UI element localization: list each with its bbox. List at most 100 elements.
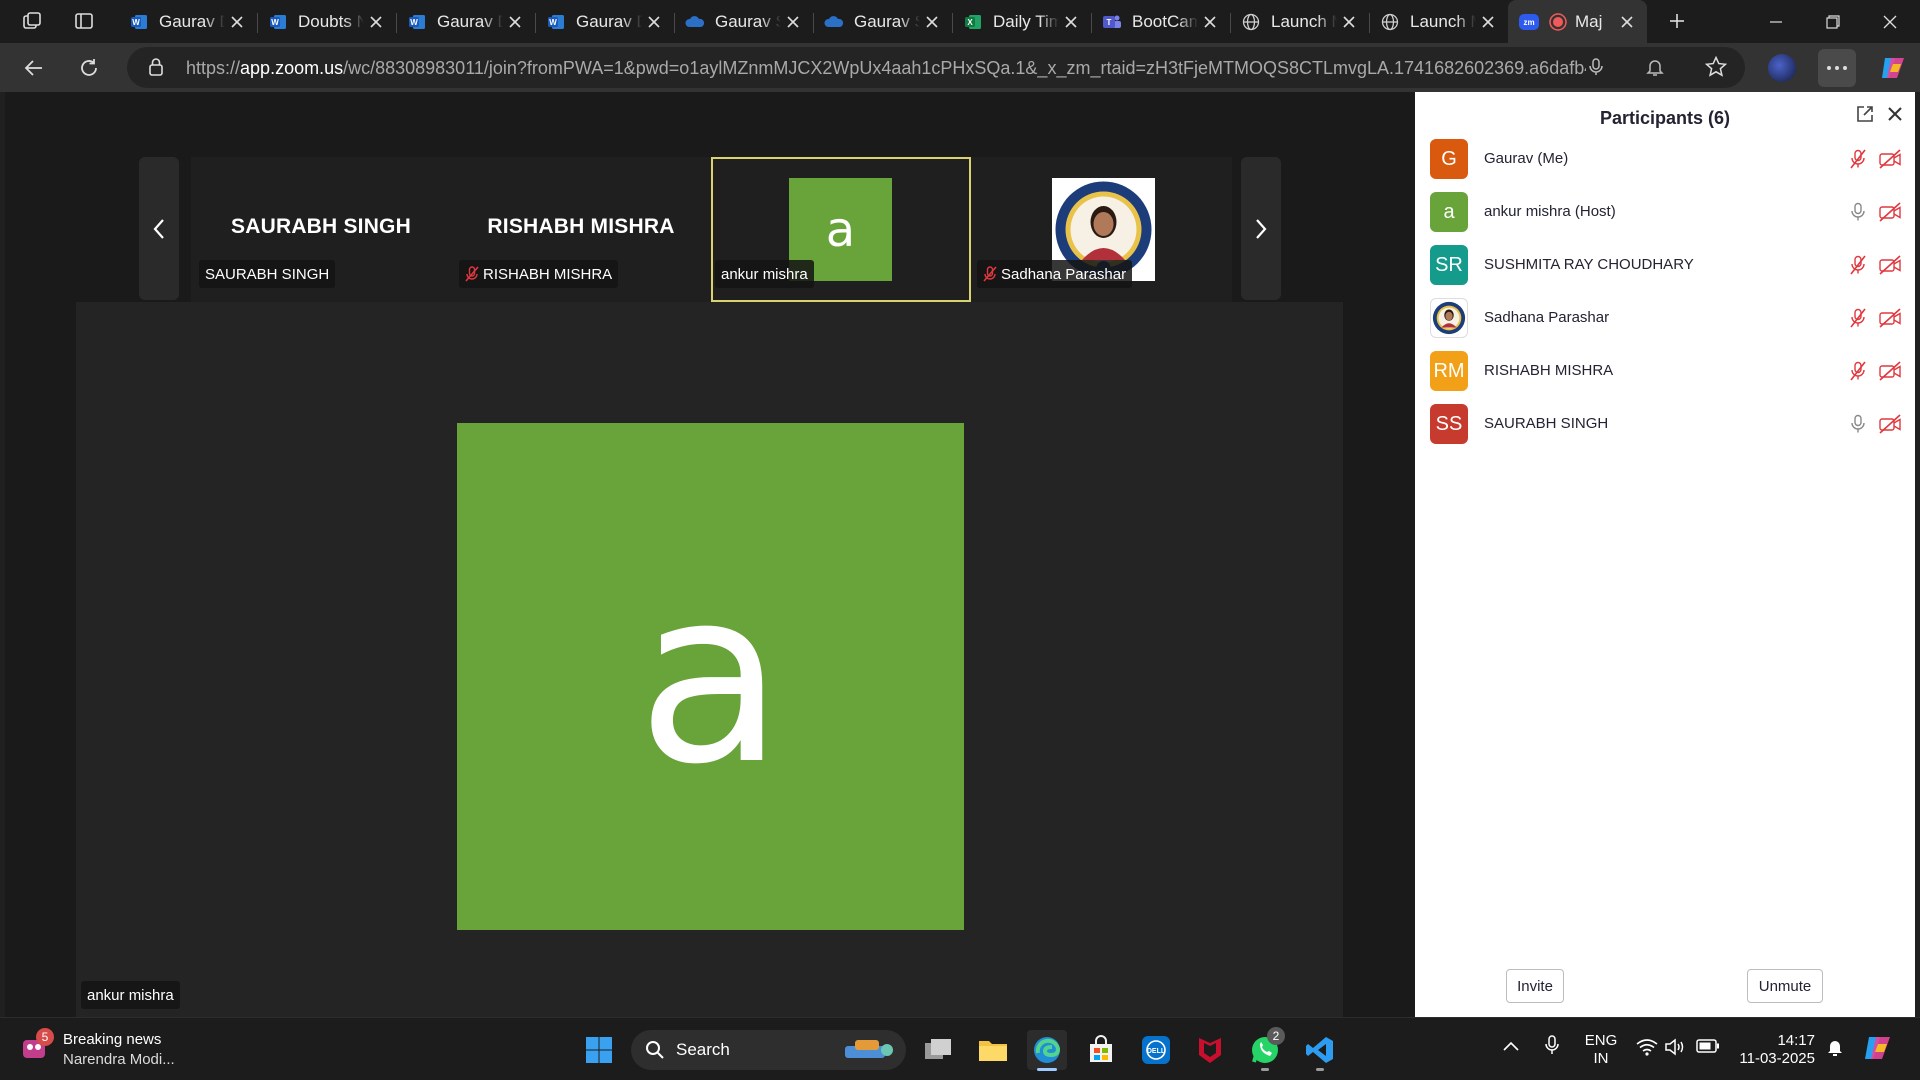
browser-tab-strip: W Gaurav D W Doubts N W Gaurav D W Gaurav D Gaur…: [0, 0, 1920, 43]
video-off-icon[interactable]: [1878, 360, 1902, 382]
new-tab-button[interactable]: [1662, 7, 1692, 35]
participant-display-name: RISHABH MISHRA: [487, 215, 675, 238]
browser-tab[interactable]: Gaurav S: [674, 4, 813, 39]
favorite-star-icon[interactable]: [1704, 55, 1728, 84]
start-button[interactable]: [579, 1030, 619, 1070]
participants-panel: Participants (6) G Gaurav (Me) a ankur mish…: [1415, 92, 1915, 1017]
microphone-icon[interactable]: [1587, 57, 1605, 82]
participant-row[interactable]: a ankur mishra (Host): [1415, 189, 1915, 241]
tab-actions-icon[interactable]: [69, 7, 99, 35]
copilot-icon[interactable]: [1874, 49, 1912, 87]
notification-bell-icon[interactable]: [1646, 57, 1664, 82]
wifi-icon[interactable]: [1636, 1038, 1658, 1061]
video-off-icon[interactable]: [1878, 413, 1902, 435]
news-widget-icon[interactable]: 5: [20, 1028, 54, 1066]
tab-separator: [257, 13, 258, 33]
unmute-button[interactable]: Unmute: [1747, 969, 1823, 1003]
close-panel-icon[interactable]: [1885, 104, 1905, 129]
participant-name: Gaurav (Me): [1484, 150, 1569, 167]
close-tab-icon[interactable]: [503, 10, 527, 34]
gallery-prev-button[interactable]: [139, 157, 179, 300]
video-off-icon[interactable]: [1878, 307, 1902, 329]
language-indicator[interactable]: ENG IN: [1580, 1032, 1622, 1068]
copilot-taskbar-icon[interactable]: [1862, 1032, 1894, 1069]
invite-button[interactable]: Invite: [1506, 969, 1564, 1003]
news-subtitle[interactable]: Narendra Modi...: [63, 1051, 175, 1068]
gallery-next-button[interactable]: [1241, 157, 1281, 300]
close-tab-icon[interactable]: [225, 10, 249, 34]
close-tab-icon[interactable]: [1198, 10, 1222, 34]
close-tab-icon[interactable]: [1615, 10, 1639, 34]
participant-name: Sadhana Parashar: [1484, 309, 1610, 326]
microphone-tray-icon[interactable]: [1544, 1034, 1560, 1061]
close-window-button[interactable]: [1862, 0, 1918, 43]
video-tile-active-speaker[interactable]: a ankur mishra: [711, 157, 971, 302]
pop-out-icon[interactable]: [1855, 104, 1875, 129]
browser-tab[interactable]: T BootCam: [1091, 4, 1230, 39]
browser-tab[interactable]: X Daily Tim: [952, 4, 1091, 39]
url-text[interactable]: https://app.zoom.us/wc/88308983011/join?…: [186, 58, 1586, 79]
tab-title: Gaurav S: [854, 11, 920, 31]
profile-avatar[interactable]: [1763, 49, 1801, 87]
dell-icon[interactable]: DELL: [1136, 1030, 1176, 1070]
back-button[interactable]: [15, 49, 53, 87]
close-tab-icon[interactable]: [1337, 10, 1361, 34]
mic-muted-icon[interactable]: [1847, 254, 1869, 276]
video-off-icon[interactable]: [1878, 254, 1902, 276]
active-app-indicator: [1037, 1068, 1057, 1071]
close-tab-icon[interactable]: [1059, 10, 1083, 34]
mic-muted-icon[interactable]: [1847, 148, 1869, 170]
browser-tab[interactable]: Launch M: [1369, 4, 1508, 39]
video-off-icon[interactable]: [1878, 201, 1902, 223]
video-off-icon[interactable]: [1878, 148, 1902, 170]
volume-icon[interactable]: [1664, 1038, 1686, 1061]
battery-icon[interactable]: [1696, 1039, 1720, 1058]
restore-button[interactable]: [1805, 0, 1861, 43]
browser-tab[interactable]: zm Maj: [1508, 0, 1647, 43]
main-video-stage: a: [76, 302, 1343, 1017]
workspaces-icon[interactable]: [17, 7, 47, 35]
whatsapp-icon[interactable]: 2: [1245, 1027, 1285, 1071]
word-icon: W: [407, 13, 427, 31]
taskbar-search[interactable]: Search: [631, 1030, 906, 1070]
participant-row[interactable]: G Gaurav (Me): [1415, 136, 1915, 188]
refresh-button[interactable]: [70, 49, 108, 87]
more-menu-button[interactable]: [1818, 49, 1856, 87]
show-hidden-icons-chevron-up-icon[interactable]: [1502, 1039, 1520, 1057]
browser-tab[interactable]: W Gaurav D: [396, 4, 535, 39]
notifications-bell-icon[interactable]: [1826, 1037, 1844, 1062]
browser-tab[interactable]: W Doubts N: [257, 4, 396, 39]
tab-separator: [535, 13, 536, 33]
close-tab-icon[interactable]: [781, 10, 805, 34]
vscode-icon[interactable]: [1300, 1030, 1340, 1071]
clock[interactable]: 14:17 11-03-2025: [1735, 1032, 1815, 1068]
close-tab-icon[interactable]: [920, 10, 944, 34]
minimize-button[interactable]: [1748, 0, 1804, 43]
participant-row[interactable]: Sadhana Parashar: [1415, 295, 1915, 347]
file-explorer-icon[interactable]: [973, 1030, 1013, 1070]
browser-tab[interactable]: Gaurav S: [813, 4, 952, 39]
tab-title: Daily Tim: [993, 11, 1059, 31]
participant-row[interactable]: RM RISHABH MISHRA: [1415, 348, 1915, 400]
edge-browser-icon[interactable]: [1027, 1030, 1067, 1071]
browser-tab[interactable]: Launch M: [1230, 4, 1369, 39]
mic-muted-icon[interactable]: [1847, 307, 1869, 329]
task-view-icon[interactable]: [918, 1030, 958, 1070]
video-tile[interactable]: RISHABH MISHRA RISHABH MISHRA: [451, 157, 711, 302]
close-tab-icon[interactable]: [642, 10, 666, 34]
address-bar[interactable]: https://app.zoom.us/wc/88308983011/join?…: [127, 47, 1745, 88]
browser-tab[interactable]: W Gaurav D: [118, 4, 257, 39]
news-title[interactable]: Breaking news: [63, 1031, 161, 1048]
close-tab-icon[interactable]: [1476, 10, 1500, 34]
participant-row[interactable]: SS SAURABH SINGH: [1415, 401, 1915, 453]
close-tab-icon[interactable]: [364, 10, 388, 34]
microphone-icon[interactable]: [1847, 413, 1869, 435]
microphone-icon[interactable]: [1847, 201, 1869, 223]
video-tile[interactable]: SAURABH SINGH SAURABH SINGH: [191, 157, 451, 302]
lock-icon[interactable]: [147, 57, 165, 82]
mcafee-icon[interactable]: [1190, 1030, 1230, 1070]
browser-tab[interactable]: W Gaurav D: [535, 4, 674, 39]
participant-row[interactable]: SR SUSHMITA RAY CHOUDHARY: [1415, 242, 1915, 294]
microsoft-store-icon[interactable]: [1081, 1030, 1121, 1070]
mic-muted-icon[interactable]: [1847, 360, 1869, 382]
